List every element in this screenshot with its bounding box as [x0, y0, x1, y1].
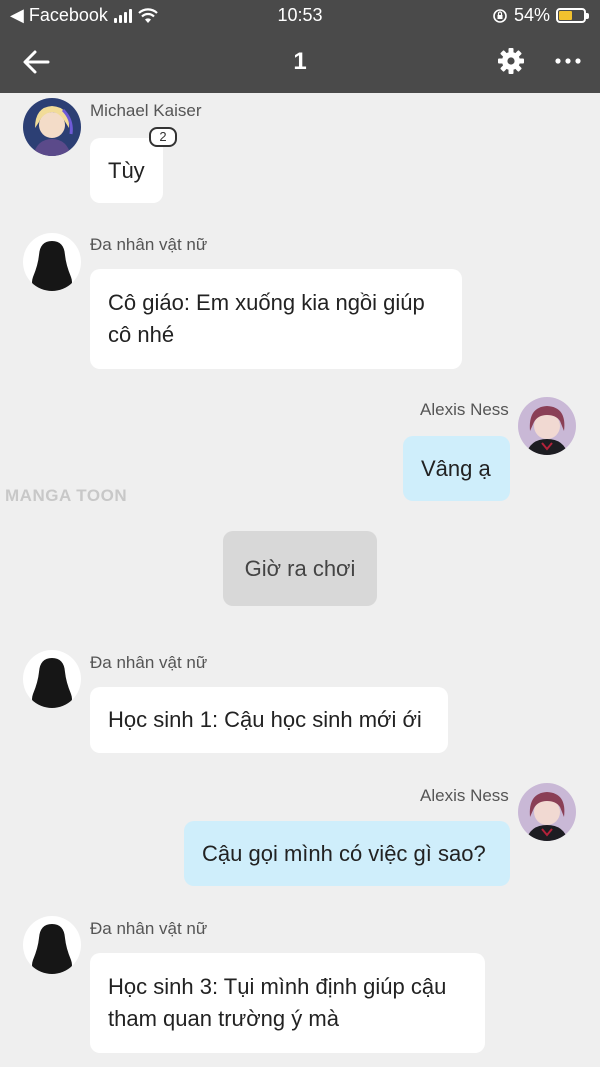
avatar-michael-kaiser[interactable] [23, 98, 81, 156]
message-text: Vâng ạ [421, 455, 491, 481]
silhouette-icon [23, 916, 81, 974]
sender-name: Đa nhân vật nữ [90, 235, 208, 254]
avatar-portrait-icon [518, 783, 576, 841]
sender-name: Đa nhân vật nữ [90, 653, 208, 672]
reply-count-badge[interactable]: 2 [149, 127, 177, 147]
sender-name: Đa nhân vật nữ [90, 919, 208, 938]
sender-name: Michael Kaiser [90, 101, 202, 120]
message-bubble[interactable]: Học sinh 3: Tụi mình định giúp cậu tham … [90, 953, 485, 1053]
message-bubble[interactable]: Học sinh 1: Cậu học sinh mới ới [90, 687, 448, 753]
narration-text: Giờ ra chơi [244, 555, 356, 581]
mangatoon-watermark: MANGA TOON [5, 486, 128, 505]
avatar-portrait-icon [23, 98, 81, 156]
avatar-silhouette[interactable] [23, 916, 81, 974]
avatar-silhouette[interactable] [23, 650, 81, 708]
message-text: Cậu gọi mình có việc gì sao? [202, 840, 486, 866]
message-text: Cô giáo: Em xuống kia ngồi giúp cô nhé [108, 290, 425, 347]
sender-name: Alexis Ness [420, 786, 509, 805]
more-icon[interactable] [552, 46, 584, 76]
battery-icon [556, 8, 589, 23]
avatar-alexis-ness[interactable] [518, 397, 576, 455]
status-right: 54% [492, 5, 589, 26]
gear-icon[interactable] [496, 46, 526, 76]
silhouette-icon [23, 650, 81, 708]
nav-bar: 1 [0, 32, 600, 93]
message-bubble[interactable]: Cô giáo: Em xuống kia ngồi giúp cô nhé [90, 269, 462, 369]
narration-bubble[interactable]: Giờ ra chơi [223, 531, 377, 606]
header-bar: ◀ Facebook 10:53 54% 1 [0, 0, 600, 93]
orientation-lock-icon [493, 8, 507, 23]
message-text: Học sinh 3: Tụi mình định giúp cậu tham … [108, 974, 447, 1031]
message-bubble-outgoing[interactable]: Cậu gọi mình có việc gì sao? [184, 821, 510, 886]
silhouette-icon [23, 233, 81, 291]
battery-fill [559, 11, 572, 20]
message-text: Học sinh 1: Cậu học sinh mới ới [108, 707, 422, 732]
avatar-alexis-ness[interactable] [518, 783, 576, 841]
battery-percent: 54% [513, 5, 550, 25]
message-bubble[interactable]: Tùy [90, 138, 163, 203]
sender-name: Alexis Ness [420, 400, 509, 419]
avatar-portrait-icon [518, 397, 576, 455]
message-text: Tùy [108, 157, 145, 183]
avatar-silhouette[interactable] [23, 233, 81, 291]
message-bubble-outgoing[interactable]: Vâng ạ [403, 436, 510, 501]
status-bar: ◀ Facebook 10:53 54% [0, 0, 600, 32]
